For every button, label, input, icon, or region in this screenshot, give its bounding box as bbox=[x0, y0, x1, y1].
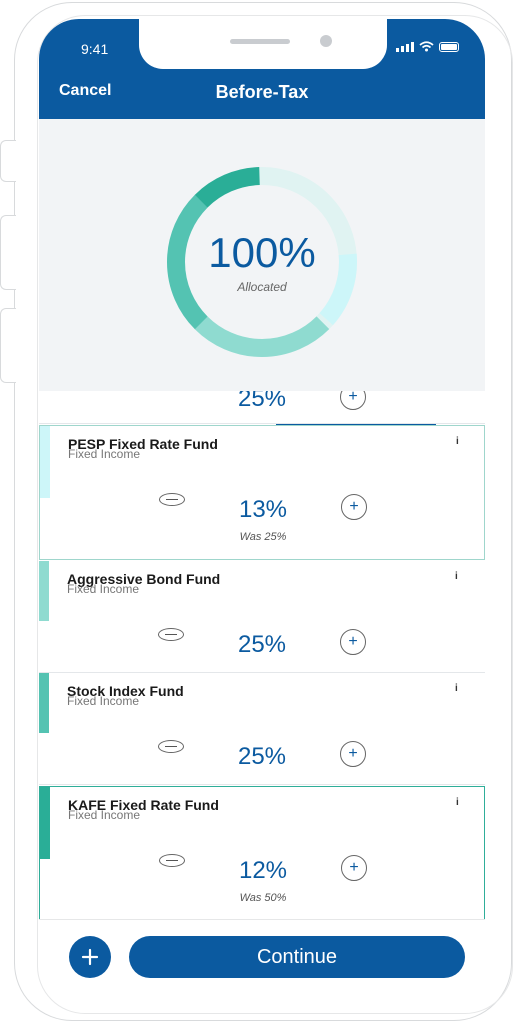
fund-percent: 13% bbox=[238, 496, 288, 523]
previous-percent: Was 25% bbox=[239, 531, 287, 543]
speaker-grille bbox=[230, 39, 290, 44]
allocation-label: Allocated bbox=[237, 280, 287, 294]
info-icon[interactable]: i bbox=[455, 683, 458, 694]
increase-button[interactable]: + bbox=[340, 629, 366, 655]
device-volume-down bbox=[0, 308, 16, 383]
fund-color-bar bbox=[39, 561, 49, 621]
battery-icon bbox=[439, 41, 459, 52]
fund-category: Fixed Income bbox=[67, 582, 140, 596]
increase-button[interactable]: + bbox=[340, 741, 366, 767]
fund-color-bar bbox=[40, 426, 50, 498]
allocation-summary: 100% Allocated bbox=[39, 119, 485, 391]
fund-category: Fixed Income bbox=[68, 447, 141, 461]
fund-color-bar bbox=[39, 673, 49, 733]
increase-button[interactable]: + bbox=[341, 855, 367, 881]
allocation-percent: 100% bbox=[208, 229, 316, 276]
status-icons bbox=[396, 41, 459, 52]
increase-button[interactable]: + bbox=[341, 494, 367, 520]
signal-icon bbox=[396, 41, 414, 52]
page-title: Before-Tax bbox=[215, 82, 309, 102]
device-notch bbox=[139, 19, 387, 69]
app-screen: 9:41 Cancel Before-Tax 100% Allocated 25… bbox=[39, 19, 485, 1004]
wifi-icon bbox=[419, 41, 434, 52]
add-fund-button[interactable] bbox=[69, 936, 111, 978]
fund-percent: 25% bbox=[237, 743, 287, 770]
continue-button[interactable]: Continue bbox=[129, 936, 465, 978]
status-time: 9:41 bbox=[81, 41, 109, 57]
info-icon[interactable]: i bbox=[456, 797, 459, 808]
plus-icon bbox=[81, 948, 99, 966]
previous-percent: Was 50% bbox=[239, 892, 287, 904]
fund-card[interactable]: Aggressive Bond Fund Fixed Income i 25% … bbox=[39, 561, 485, 673]
fund-color-bar bbox=[40, 787, 50, 859]
device-mute-switch bbox=[0, 140, 16, 182]
device-volume-up bbox=[0, 215, 16, 290]
camera-icon bbox=[320, 35, 332, 47]
fund-card[interactable]: KAFE Fixed Rate Fund Fixed Income i 12% … bbox=[39, 786, 485, 920]
fund-list[interactable]: 100% Allocated 25% + PESP Fixed Rate Fun… bbox=[39, 119, 485, 920]
info-icon[interactable]: i bbox=[455, 571, 458, 582]
fund-category: Fixed Income bbox=[68, 808, 141, 822]
top-header: 9:41 Cancel Before-Tax bbox=[39, 19, 485, 119]
info-icon[interactable]: i bbox=[456, 436, 459, 447]
fund-card[interactable]: Stock Index Fund Fixed Income i 25% + bbox=[39, 673, 485, 785]
fund-category: Fixed Income bbox=[67, 694, 140, 708]
bottom-toolbar: Continue bbox=[39, 919, 485, 1004]
fund-percent: 25% bbox=[237, 631, 287, 658]
fund-percent: 12% bbox=[238, 857, 288, 884]
fund-card[interactable]: PESP Fixed Rate Fund Fixed Income i 13% … bbox=[39, 425, 485, 560]
